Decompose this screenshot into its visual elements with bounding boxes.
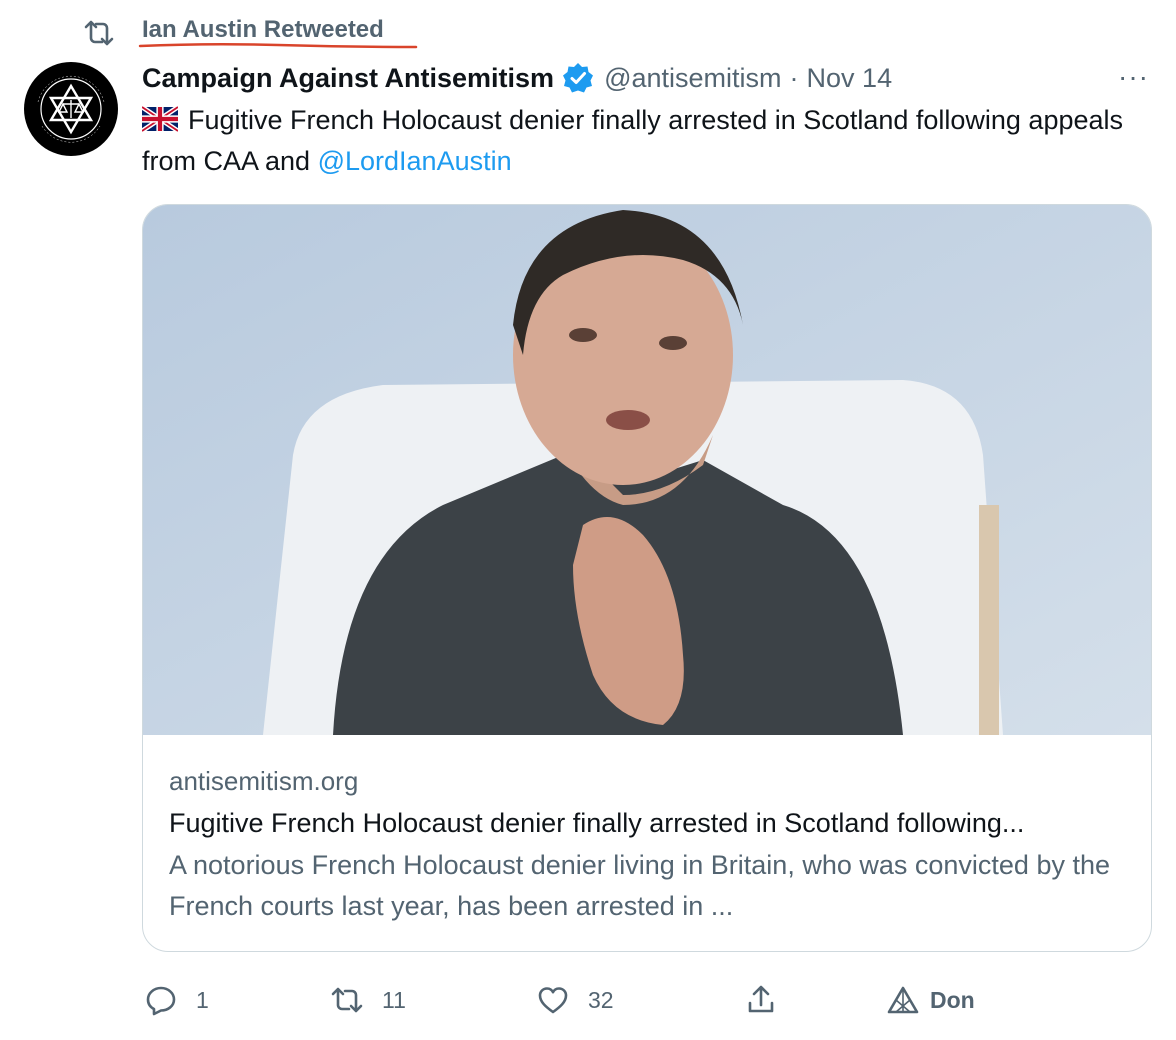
donate-button[interactable]: Don [886, 980, 975, 1020]
caa-logo [27, 65, 115, 153]
donate-icon [887, 986, 919, 1014]
uk-flag-icon [142, 106, 178, 132]
retweet-icon [84, 20, 114, 46]
donate-label: Don [930, 986, 975, 1013]
author-name[interactable]: Campaign Against Antisemitism [142, 63, 554, 94]
header-separator: · [789, 62, 799, 93]
card-image[interactable] [143, 205, 1151, 735]
tweet-header: Campaign Against Antisemitism @antisemit… [142, 58, 892, 98]
reply-icon [146, 986, 176, 1016]
share-button[interactable] [744, 980, 778, 1020]
card-photo [143, 205, 1151, 735]
reply-button[interactable]: 1 [144, 980, 209, 1020]
card-domain: antisemitism.org [169, 766, 359, 796]
hand-drawn-underline [138, 42, 418, 49]
mention-link[interactable]: @LordIanAustin [318, 146, 512, 176]
tweet-text: Fugitive French Holocaust denier finally… [142, 100, 1152, 182]
author-handle[interactable]: @antisemitism [604, 63, 781, 94]
tweet-date[interactable]: Nov 14 [807, 63, 893, 94]
retweet-button[interactable]: 11 [330, 980, 406, 1020]
retweet-icon [331, 987, 363, 1013]
avatar[interactable] [24, 62, 118, 156]
tweet-body: Fugitive French Holocaust denier finally… [142, 105, 1124, 176]
like-button[interactable]: 32 [536, 980, 614, 1020]
reply-count: 1 [196, 986, 209, 1013]
more-icon[interactable]: ··· [1118, 62, 1152, 92]
verified-icon [563, 63, 594, 93]
card-title: Fugitive French Holocaust denier finally… [169, 808, 1025, 838]
like-icon [538, 987, 568, 1014]
card-meta: antisemitism.org Fugitive French Holocau… [169, 761, 1129, 927]
share-icon [748, 985, 774, 1013]
like-count: 32 [588, 986, 614, 1013]
card-description: A notorious French Holocaust denier livi… [169, 850, 1110, 921]
link-card[interactable]: antisemitism.org Fugitive French Holocau… [142, 204, 1152, 952]
retweet-count: 11 [382, 986, 406, 1013]
